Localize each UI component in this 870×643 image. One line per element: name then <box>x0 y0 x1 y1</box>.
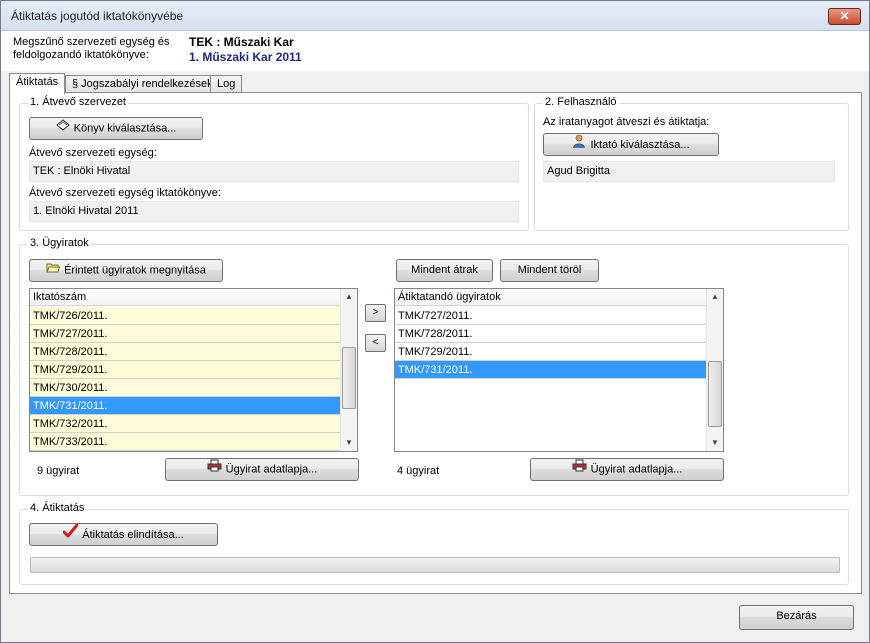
left-details-button[interactable]: Ügyirat adatlapja... <box>165 458 359 481</box>
left-count: 9 ügyirat <box>37 465 80 477</box>
list-item[interactable]: TMK/730/2011. <box>30 379 340 397</box>
section2-title: 2. Felhasználó <box>543 96 619 108</box>
delete-all-button[interactable]: Mindent töröl <box>500 259 599 282</box>
column-header-atiktatando[interactable]: Átiktatandó ügyiratok <box>395 289 706 306</box>
receiving-book-field: 1. Elnöki Hivatal 2011 <box>29 201 519 222</box>
checkmark-icon <box>62 523 79 546</box>
list-item[interactable]: TMK/728/2011. <box>30 343 340 361</box>
right-details-label: Ügyirat adatlapja... <box>590 463 683 476</box>
tab-atiktatas[interactable]: Átiktatás <box>9 73 66 94</box>
dialog-window: Átiktatás jogutód iktatókönyvébe ✕ Megsz… <box>0 0 870 643</box>
open-documents-button[interactable]: Érintett ügyiratok megnyitása <box>29 259 223 282</box>
scroll-up-icon[interactable]: ▲ <box>341 289 357 305</box>
user-icon <box>572 134 586 156</box>
source-book: 1. Műszaki Kar 2011 <box>189 50 302 64</box>
chevron-left-icon: < <box>372 337 379 348</box>
progress-bar <box>30 557 840 573</box>
scroll-up-icon[interactable]: ▲ <box>707 289 723 305</box>
title-bar[interactable]: Átiktatás jogutód iktatókönyvébe ✕ <box>1 1 869 31</box>
open-documents-label: Érintett ügyiratok megnyitása <box>64 264 206 277</box>
printer-icon <box>207 459 222 480</box>
scrollbar-thumb[interactable] <box>708 361 722 427</box>
close-window-button[interactable]: ✕ <box>828 8 861 25</box>
tab-panel: 1. Átvevő szervezet Könyv kiválasztása..… <box>9 92 862 594</box>
close-button[interactable]: Bezárás <box>739 605 854 630</box>
source-unit: TEK : Műszaki Kar <box>189 35 294 49</box>
select-book-button[interactable]: Könyv kiválasztása... <box>29 117 203 140</box>
start-reregistration-button[interactable]: Átiktatás elindítása... <box>29 523 218 546</box>
section1-title: 1. Átvevő szervezet <box>28 96 128 108</box>
list-item[interactable]: TMK/732/2011. <box>30 415 340 433</box>
column-header-iktatoszam[interactable]: Iktatószám <box>30 289 340 306</box>
list-item[interactable]: TMK/729/2011. <box>395 343 706 361</box>
start-reregistration-label: Átiktatás elindítása... <box>82 528 184 541</box>
select-user-button[interactable]: Iktató kiválasztása... <box>543 133 719 156</box>
scroll-down-icon[interactable]: ▼ <box>341 435 357 451</box>
list-item-selected[interactable]: TMK/731/2011. <box>395 361 706 379</box>
tab-jogszabalyi[interactable]: § Jogszabályi rendelkezések <box>65 75 220 93</box>
select-user-label: Iktató kiválasztása... <box>590 138 690 151</box>
book-icon <box>55 118 70 139</box>
printer-icon <box>572 459 587 480</box>
selected-documents-list[interactable]: Átiktatandó ügyiratok TMK/727/2011. TMK/… <box>394 288 724 452</box>
selected-user-field: Agud Brigitta <box>543 161 835 182</box>
list-item[interactable]: TMK/729/2011. <box>30 361 340 379</box>
list-item[interactable]: TMK/728/2011. <box>395 325 706 343</box>
close-icon: ✕ <box>839 9 850 23</box>
scrollbar-thumb[interactable] <box>342 347 356 409</box>
available-documents-list[interactable]: Iktatószám TMK/726/2011. TMK/727/2011. T… <box>29 288 358 452</box>
list-item[interactable]: TMK/727/2011. <box>395 307 706 325</box>
folder-open-icon <box>46 260 61 281</box>
receiving-unit-field: TEK : Elnöki Hivatal <box>29 161 519 182</box>
user-desc: Az iratanyagot átveszi és átiktatja: <box>543 116 710 128</box>
left-list-scrollbar[interactable]: ▲ ▼ <box>340 289 357 451</box>
left-details-label: Ügyirat adatlapja... <box>225 463 318 476</box>
move-left-button[interactable]: < <box>365 334 386 352</box>
source-label: Megszűnő szervezeti egység és feldolgoza… <box>13 36 170 61</box>
move-right-button[interactable]: > <box>365 304 386 322</box>
move-all-button[interactable]: Mindent átrak <box>396 259 493 282</box>
list-item-selected[interactable]: TMK/731/2011. <box>30 397 340 415</box>
select-book-label: Könyv kiválasztása... <box>73 122 177 135</box>
section3-title: 3. Ügyiratok <box>28 237 91 249</box>
list-item[interactable]: TMK/733/2011. <box>30 433 340 451</box>
right-list-scrollbar[interactable]: ▲ ▼ <box>706 289 723 451</box>
receiving-unit-label: Átvevő szervezeti egység: <box>29 147 157 159</box>
right-count: 4 ügyirat <box>397 465 440 477</box>
list-item[interactable]: TMK/726/2011. <box>30 307 340 325</box>
chevron-right-icon: > <box>372 307 379 318</box>
receiving-book-label: Átvevő szervezeti egység iktatókönyve: <box>29 187 221 199</box>
section4-title: 4. Átiktatás <box>28 502 87 514</box>
source-header: Megszűnő szervezeti egység és feldolgoza… <box>1 31 869 71</box>
list-item[interactable]: TMK/727/2011. <box>30 325 340 343</box>
right-details-button[interactable]: Ügyirat adatlapja... <box>530 458 724 481</box>
section-reregistration: 4. Átiktatás <box>19 502 849 585</box>
tab-log[interactable]: Log <box>210 75 243 93</box>
window-title: Átiktatás jogutód iktatókönyvébe <box>11 9 184 23</box>
scroll-down-icon[interactable]: ▼ <box>707 435 723 451</box>
